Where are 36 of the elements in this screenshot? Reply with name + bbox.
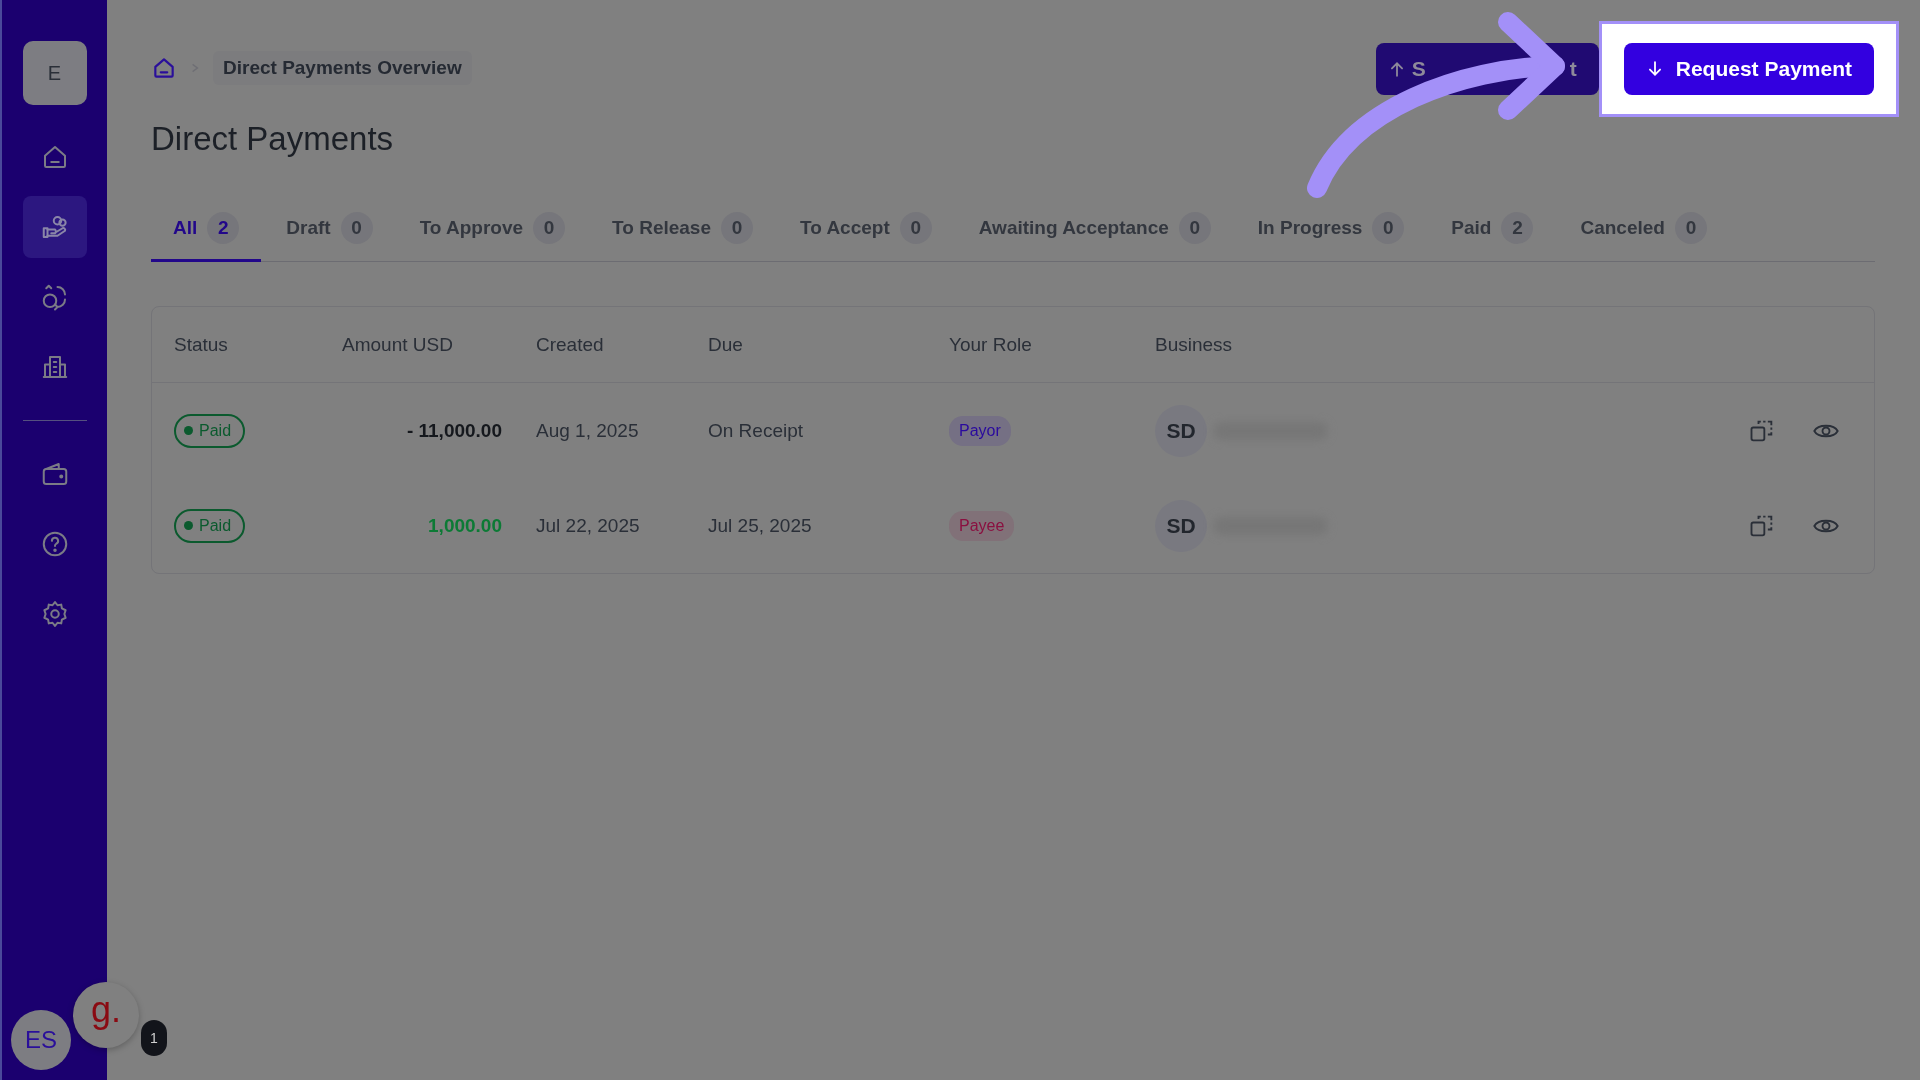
filter-tab[interactable]: Paid 2 [1429, 204, 1556, 262]
column-header: Created [535, 333, 605, 356]
filter-tab[interactable]: To Release 0 [590, 204, 775, 262]
column-header: Your Role [948, 333, 1033, 356]
created-date: Jul 22, 2025 [536, 514, 640, 537]
workspace-avatar[interactable]: E [22, 41, 87, 105]
created-date: Aug 1, 2025 [536, 419, 639, 442]
filter-tab[interactable]: All 2 [151, 204, 262, 262]
nav-item[interactable] [22, 196, 87, 258]
column-header: Amount USD [342, 333, 454, 356]
user-avatar[interactable]: ES [11, 1010, 71, 1070]
status-badge: Paid [174, 508, 246, 543]
business-avatar: SD [1155, 499, 1207, 552]
amount-text: - 11,000.00 [406, 419, 502, 442]
due-date: On Receipt [708, 419, 804, 442]
column-header: Status [173, 333, 229, 356]
filter-tab[interactable]: Draft 0 [264, 204, 395, 262]
amount-text: 1,000.00 [428, 514, 502, 537]
column-header: Business [1154, 333, 1234, 356]
filter-tab[interactable]: Awaiting Acceptance 0 [956, 204, 1233, 262]
home-icon[interactable] [151, 55, 177, 81]
filter-tab[interactable]: In Progress 0 [1235, 204, 1427, 262]
request-payment-button[interactable]: Request Payment [1623, 43, 1874, 95]
role-badge: Payee [949, 510, 1015, 541]
filter-tab[interactable]: To Approve 0 [397, 204, 588, 262]
due-date: Jul 25, 2025 [708, 514, 812, 537]
filter-tab[interactable]: Canceled 0 [1558, 204, 1729, 262]
filter-tab[interactable]: To Accept 0 [778, 204, 954, 262]
status-badge: Paid [174, 413, 246, 448]
notification-badge: 1 [141, 1020, 167, 1056]
role-badge: Payor [949, 415, 1011, 446]
chat-widget-button[interactable]: g. [73, 982, 139, 1048]
column-header: Due [707, 333, 744, 356]
page-title: Direct Payments [151, 120, 395, 158]
business-avatar: SD [1155, 404, 1207, 457]
breadcrumb-current[interactable]: Direct Payments Overview [213, 51, 472, 85]
